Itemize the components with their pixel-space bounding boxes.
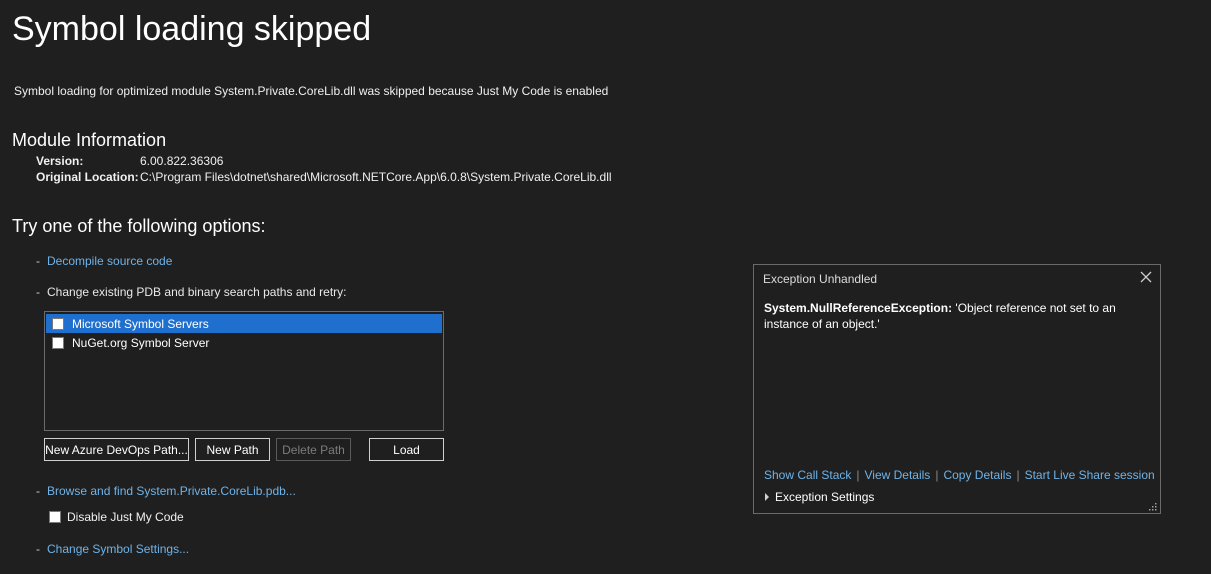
option-decompile: - Decompile source code: [36, 254, 172, 268]
option-change-settings: - Change Symbol Settings...: [36, 542, 189, 556]
copy-details-link[interactable]: Copy Details: [943, 468, 1011, 482]
dash-bullet: -: [36, 285, 40, 299]
module-info-heading: Module Information: [12, 130, 167, 150]
start-live-share-link[interactable]: Start Live Share session: [1025, 468, 1155, 482]
change-paths-label: Change existing PDB and binary search pa…: [47, 285, 347, 299]
disable-just-my-code-option[interactable]: Disable Just My Code: [49, 510, 184, 524]
checkbox[interactable]: [52, 336, 64, 349]
location-label: Original Location:: [36, 170, 139, 184]
options-heading: Try one of the following options:: [12, 216, 266, 236]
exception-settings-expander[interactable]: Exception Settings: [765, 490, 874, 504]
list-item-nuget-symbol-server[interactable]: NuGet.org Symbol Server: [46, 333, 442, 352]
page-subtitle: Symbol loading for optimized module Syst…: [14, 84, 609, 98]
disable-just-my-code-checkbox[interactable]: [49, 511, 61, 523]
link-separator: |: [1016, 468, 1020, 482]
view-details-link[interactable]: View Details: [865, 468, 931, 482]
list-item-label: NuGet.org Symbol Server: [72, 335, 210, 350]
version-row: Version: 6.00.822.36306: [36, 154, 223, 168]
link-separator: |: [856, 468, 860, 482]
exception-links: Show Call Stack | View Details | Copy De…: [764, 468, 1155, 482]
option-browse: - Browse and find System.Private.CoreLib.…: [36, 484, 296, 498]
location-value: C:\Program Files\dotnet\shared\Microsoft…: [140, 170, 612, 184]
version-value: 6.00.822.36306: [140, 154, 224, 168]
expand-triangle-icon: [765, 493, 769, 501]
exception-popup: Exception Unhandled System.NullReference…: [753, 264, 1161, 514]
load-button[interactable]: Load: [369, 438, 444, 461]
disable-just-my-code-label: Disable Just My Code: [67, 510, 184, 524]
resize-grip-icon[interactable]: [1147, 500, 1157, 511]
dash-bullet: -: [36, 254, 40, 268]
checkbox[interactable]: [52, 317, 64, 330]
exception-message: System.NullReferenceException: 'Object r…: [764, 300, 1144, 332]
version-label: Version:: [36, 154, 84, 168]
option-change-paths: - Change existing PDB and binary search p…: [36, 285, 347, 299]
list-item-label: Microsoft Symbol Servers: [72, 316, 209, 331]
location-row: Original Location:C:\Program Files\dotne…: [36, 170, 612, 184]
change-symbol-settings-link[interactable]: Change Symbol Settings...: [47, 542, 189, 556]
new-azure-devops-path-button[interactable]: New Azure DevOps Path...: [44, 438, 189, 461]
symbol-loading-page: Symbol loading skipped Symbol loading fo…: [0, 0, 1211, 574]
close-icon[interactable]: [1138, 269, 1154, 285]
symbol-server-list[interactable]: Microsoft Symbol Servers NuGet.org Symbo…: [44, 311, 444, 431]
show-call-stack-link[interactable]: Show Call Stack: [764, 468, 851, 482]
dash-bullet: -: [36, 542, 40, 556]
page-title: Symbol loading skipped: [12, 10, 372, 48]
exception-type: System.NullReferenceException:: [764, 301, 953, 315]
dash-bullet: -: [36, 484, 40, 498]
link-separator: |: [935, 468, 939, 482]
new-path-button[interactable]: New Path: [195, 438, 270, 461]
delete-path-button: Delete Path: [276, 438, 351, 461]
browse-pdb-link[interactable]: Browse and find System.Private.CoreLib.p…: [47, 484, 296, 498]
exception-title: Exception Unhandled: [763, 272, 878, 286]
exception-settings-label: Exception Settings: [775, 490, 875, 504]
list-item-microsoft-symbol-servers[interactable]: Microsoft Symbol Servers: [46, 314, 442, 333]
decompile-link[interactable]: Decompile source code: [47, 254, 172, 268]
